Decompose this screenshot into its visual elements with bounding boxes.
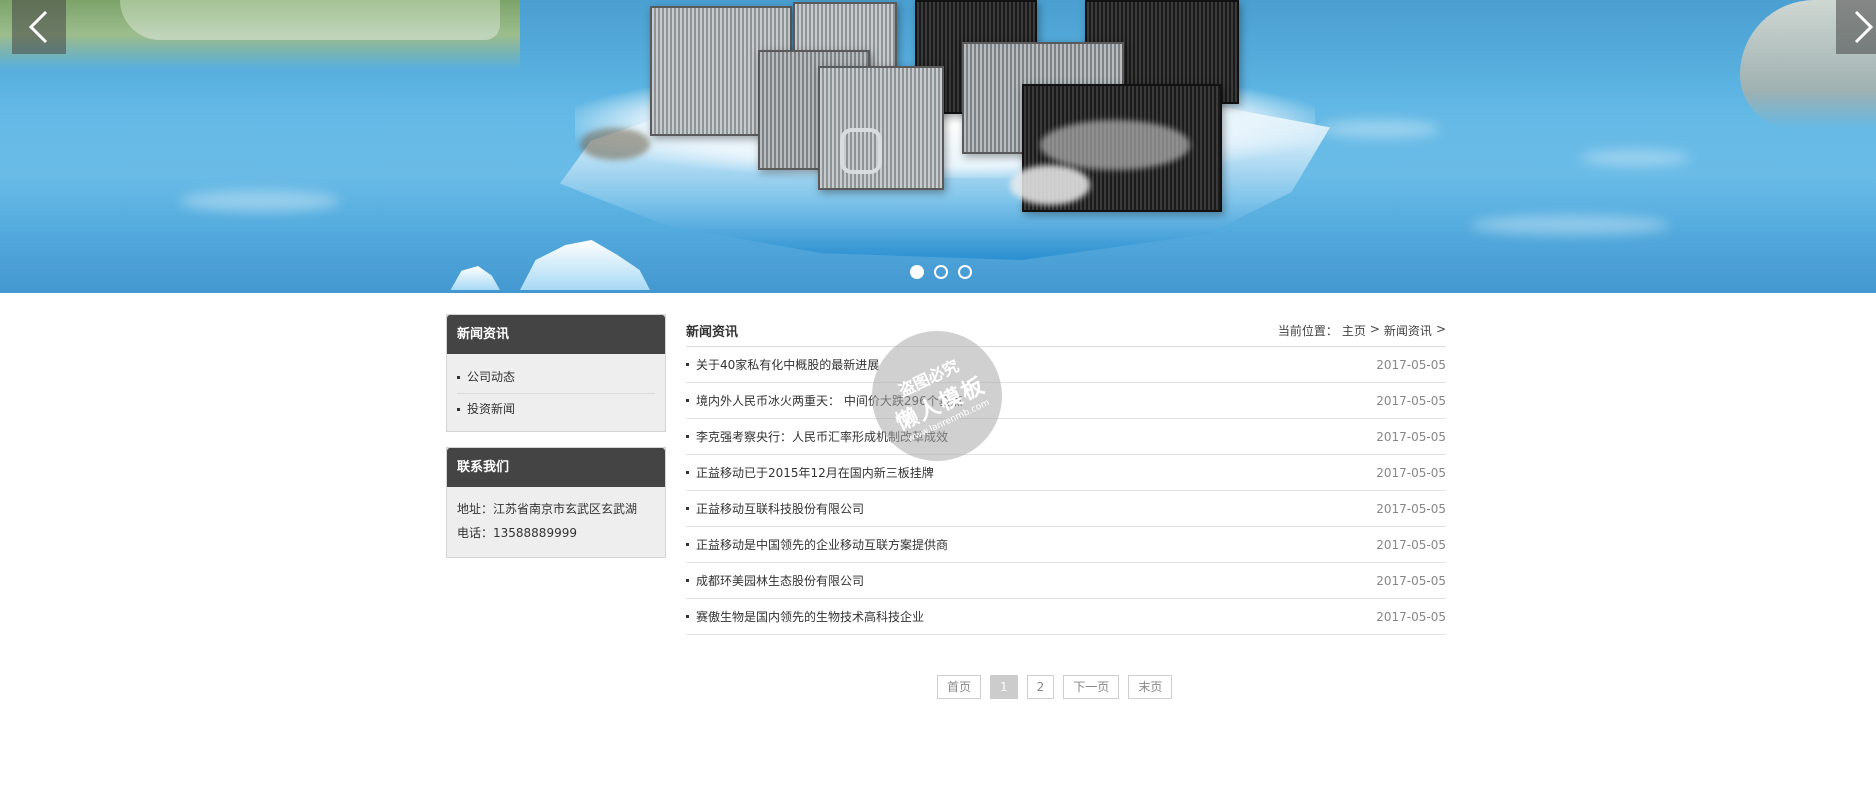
news-item[interactable]: 成都环美园林生态股份有限公司 2017-05-05 [686, 563, 1446, 599]
banner-cloud-reflection [1470, 215, 1670, 235]
breadcrumb-home-link[interactable]: 主页 [1342, 322, 1366, 339]
radiator-pipe [840, 128, 882, 174]
contact-phone: 电话：13588889999 [457, 526, 577, 540]
news-item-title[interactable]: 赛傲生物是国内领先的生物技术高科技企业 [696, 608, 924, 625]
breadcrumb-prefix: 当前位置： [1277, 323, 1338, 338]
banner-cloud-reflection [1320, 120, 1440, 138]
banner-cliff-left [120, 0, 500, 40]
news-item-title[interactable]: 成都环美园林生态股份有限公司 [696, 572, 864, 589]
pagination-first-button[interactable]: 首页 [937, 675, 982, 699]
news-item-title[interactable]: 正益移动是中国领先的企业移动互联方案提供商 [696, 536, 948, 553]
news-item-date: 2017-05-05 [1376, 573, 1446, 588]
hero-banner [0, 0, 1876, 293]
banner-dot-2[interactable] [934, 265, 948, 279]
news-item[interactable]: 关于40家私有化中概股的最新进展 2017-05-05 [686, 347, 1446, 383]
news-header: 新闻资讯 当前位置： 主页 > 新闻资讯 > [686, 314, 1446, 347]
breadcrumb: 当前位置： 主页 > 新闻资讯 > [1278, 322, 1446, 339]
sidebar-item-investment-news[interactable]: 投资新闻 [457, 394, 655, 425]
news-item[interactable]: 李克强考察央行：人民币汇率形成机制改革成效 2017-05-05 [686, 419, 1446, 455]
banner-pagination-dots [910, 265, 972, 279]
banner-cloud-reflection [1580, 150, 1690, 166]
banner-cloud-reflection [180, 190, 340, 212]
banner-cloud [580, 128, 650, 160]
pagination: 首页 1 2 下一页 末页 [937, 675, 1173, 699]
sidebar-news-box: 新闻资讯 公司动态 投资新闻 [446, 314, 666, 432]
sidebar-contact-box: 联系我们 地址：江苏省南京市玄武区玄武湖 电话：13588889999 [446, 447, 666, 558]
news-item-date: 2017-05-05 [1376, 465, 1446, 480]
news-item-date: 2017-05-05 [1376, 357, 1446, 372]
contact-info: 地址：江苏省南京市玄武区玄武湖 电话：13588889999 [447, 487, 665, 557]
pagination-page-2[interactable]: 2 [1026, 675, 1055, 699]
news-item-title[interactable]: 关于40家私有化中概股的最新进展 [696, 356, 879, 373]
chevron-left-icon [28, 10, 48, 44]
banner-dot-3[interactable] [958, 265, 972, 279]
banner-dot-1[interactable] [910, 265, 924, 279]
news-item-date: 2017-05-05 [1376, 501, 1446, 516]
news-item-date: 2017-05-05 [1376, 429, 1446, 444]
sidebar-news-list: 公司动态 投资新闻 [447, 354, 665, 431]
news-item-title[interactable]: 正益移动互联科技股份有限公司 [696, 500, 864, 517]
news-item-date: 2017-05-05 [1376, 609, 1446, 624]
news-item-date: 2017-05-05 [1376, 537, 1446, 552]
banner-prev-button[interactable] [12, 0, 66, 54]
news-item[interactable]: 赛傲生物是国内领先的生物技术高科技企业 2017-05-05 [686, 599, 1446, 635]
news-item[interactable]: 正益移动已于2015年12月在国内新三板挂牌 2017-05-05 [686, 455, 1446, 491]
pagination-last-button[interactable]: 末页 [1128, 675, 1173, 699]
news-item[interactable]: 正益移动互联科技股份有限公司 2017-05-05 [686, 491, 1446, 527]
contact-address: 地址：江苏省南京市玄武区玄武湖 [457, 502, 638, 516]
news-item[interactable]: 正益移动是中国领先的企业移动互联方案提供商 2017-05-05 [686, 527, 1446, 563]
radiator-product-image [818, 66, 944, 190]
news-main: 新闻资讯 当前位置： 主页 > 新闻资讯 > 关于40家私有化中概股的最新进展 2… [686, 314, 1446, 635]
sidebar-contact-title: 联系我们 [447, 448, 665, 487]
breadcrumb-separator: > [1435, 321, 1446, 336]
news-item[interactable]: 境内外人民币冰火两重天： 中间价大跌296个基点 2017-05-05 [686, 383, 1446, 419]
chevron-right-icon [1854, 10, 1874, 44]
breadcrumb-separator: > [1369, 321, 1380, 336]
news-list: 关于40家私有化中概股的最新进展 2017-05-05 境内外人民币冰火两重天： … [686, 347, 1446, 635]
pagination-page-1[interactable]: 1 [990, 675, 1018, 699]
banner-cloud [1010, 165, 1090, 205]
page-title: 新闻资讯 [686, 324, 739, 340]
breadcrumb-current-link[interactable]: 新闻资讯 [1384, 322, 1432, 339]
banner-cloud [1040, 120, 1190, 170]
sidebar-news-title: 新闻资讯 [447, 315, 665, 354]
sidebar-item-company-news[interactable]: 公司动态 [457, 362, 655, 394]
banner-next-button[interactable] [1836, 0, 1876, 54]
news-item-date: 2017-05-05 [1376, 393, 1446, 408]
news-item-title[interactable]: 正益移动已于2015年12月在国内新三板挂牌 [696, 464, 934, 481]
pagination-next-button[interactable]: 下一页 [1063, 675, 1120, 699]
